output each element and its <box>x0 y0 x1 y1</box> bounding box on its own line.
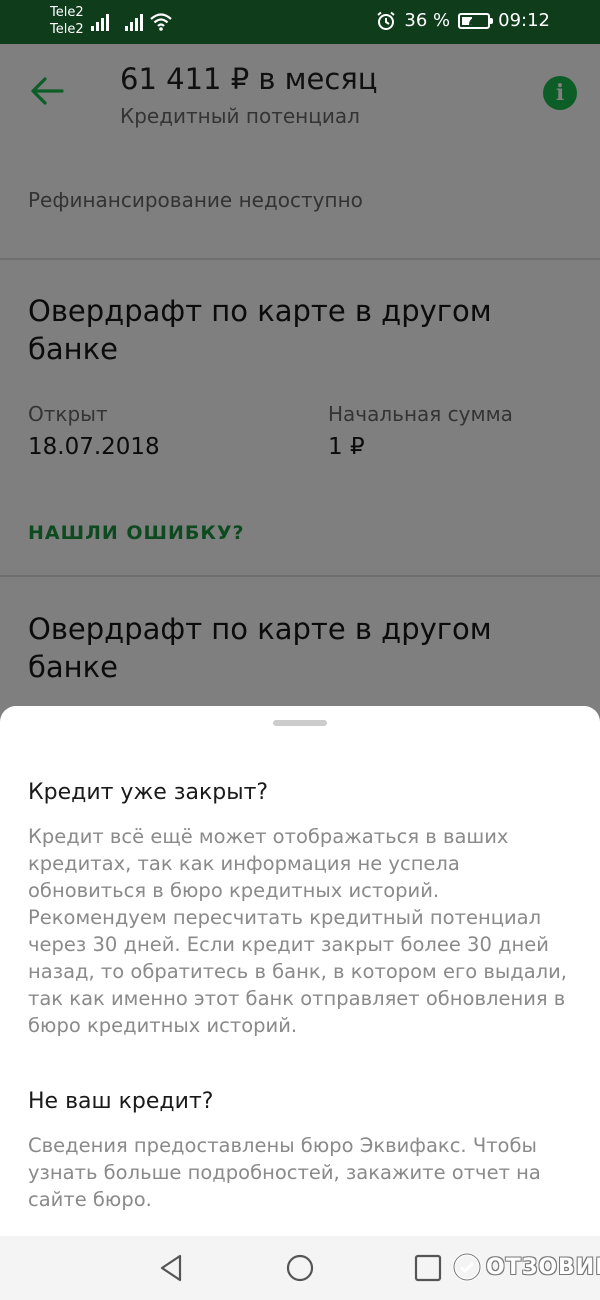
sheet-section-text: Кредит всё ещё может отображаться в ваши… <box>28 825 567 1037</box>
battery-icon <box>458 12 494 29</box>
credit-title: Овердрафт по карте в другом банке <box>28 294 492 366</box>
opened-value: 18.07.2018 <box>28 434 160 460</box>
watermark-text: ОТЗОВИК <box>486 1254 600 1280</box>
page-title: 61 411 ₽ в месяц <box>120 62 378 96</box>
carrier-labels: Tele2 Tele2 <box>50 4 84 38</box>
page-subtitle: Кредитный потенциал <box>120 104 360 128</box>
sheet-section-text: Сведения предоставлены бюро Эквифакс. Чт… <box>28 1134 541 1211</box>
opened-label: Открыт <box>28 402 108 426</box>
credit-title: Овердрафт по карте в другом банке <box>28 612 492 684</box>
sheet-section-title: Не ваш кредит? <box>28 1089 214 1114</box>
arrow-left-icon[interactable] <box>30 76 64 106</box>
sheet-section-title: Кредит уже закрыт? <box>28 780 269 805</box>
found-error-link[interactable]: НАШЛИ ОШИБКУ? <box>28 522 245 544</box>
status-bar: Tele2 Tele2 36 % 09:12 <box>0 0 600 44</box>
watermark-logo-icon <box>452 1252 482 1282</box>
info-icon[interactable]: i <box>543 76 577 110</box>
carrier-1: Tele2 <box>50 5 84 20</box>
power-saving-leaf-icon <box>469 16 480 25</box>
refinancing-status: Рефинансирование недоступно <box>28 188 363 212</box>
sheet-drag-handle[interactable] <box>273 720 327 726</box>
nav-back-icon[interactable] <box>156 1252 188 1284</box>
nav-home-icon[interactable] <box>284 1252 316 1284</box>
signal-icon <box>91 14 109 31</box>
battery-percent: 36 % <box>404 10 451 31</box>
carrier-2: Tele2 <box>50 22 84 37</box>
divider <box>0 575 600 577</box>
status-right: 36 % 09:12 <box>376 10 550 31</box>
signal-icon <box>125 14 143 31</box>
status-time: 09:12 <box>498 10 550 31</box>
page-header: 61 411 ₽ в месяц Кредитный потенциал i <box>0 44 600 144</box>
divider <box>0 258 600 260</box>
nav-recent-apps-icon[interactable] <box>412 1252 444 1284</box>
bottom-sheet: Кредит уже закрыт? Кредит всё ещё может … <box>0 706 600 1236</box>
alarm-icon <box>377 11 396 30</box>
wifi-icon <box>150 13 172 31</box>
watermark: ОТЗОВИК <box>452 1252 600 1282</box>
initial-amount-label: Начальная сумма <box>328 402 513 426</box>
initial-amount-value: 1 ₽ <box>328 434 365 460</box>
